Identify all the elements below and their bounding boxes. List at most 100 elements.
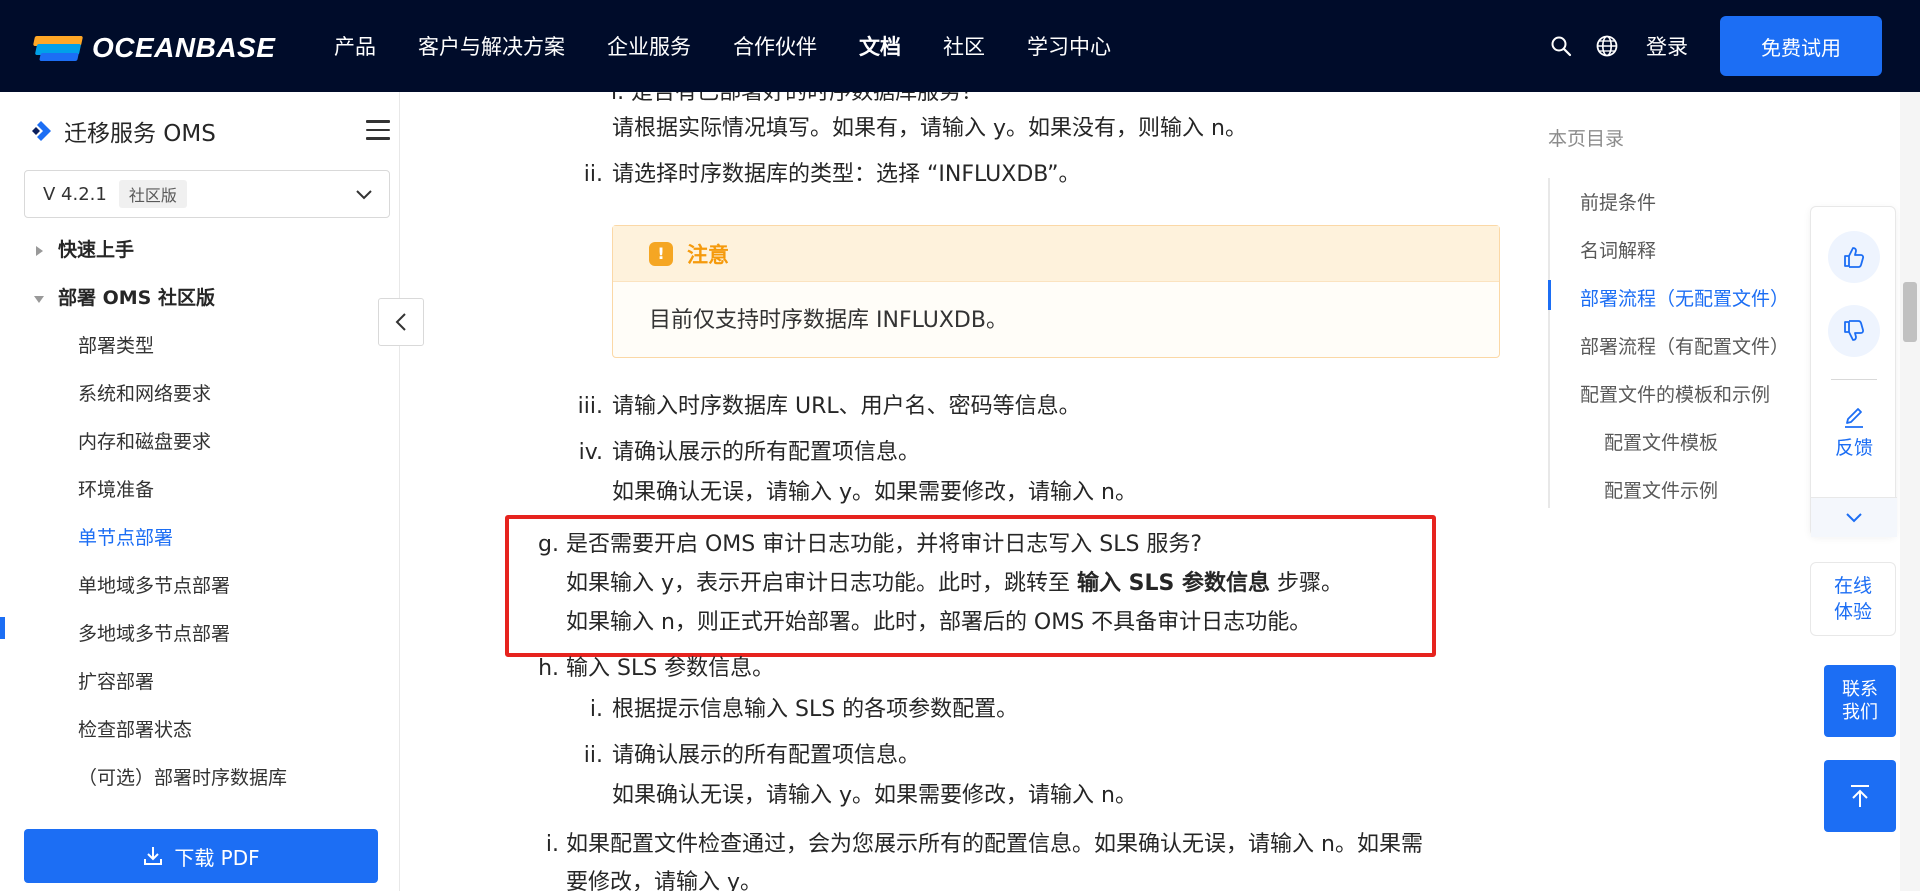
warning-icon: ! [649, 241, 673, 266]
online-trial-label-1: 在线 [1833, 575, 1872, 597]
step-iv-marker: iv. [578, 440, 603, 465]
step-i-detail: 请根据实际情况填写。如果有，请输入 y。如果没有，则输入 n。 [612, 116, 1247, 141]
nav-link-enterprise-services[interactable]: 企业服务 [607, 31, 691, 61]
download-pdf-label: 下载 PDF [174, 845, 260, 870]
step-last-line-2: 要修改，请输入 y。 [566, 870, 763, 891]
sidebar-item-memory-disk[interactable]: 内存和磁盘要求 [0, 418, 400, 466]
sidebar-item-quick-start[interactable]: 快速上手 [0, 226, 400, 274]
panel-collapse-button[interactable] [1811, 497, 1897, 537]
page-toc: 本页目录 前提条件 名词解释 部署流程（无配置文件） 部署流程（有配置文件） 配… [1548, 92, 1808, 612]
nav-link-customers-solutions[interactable]: 客户与解决方案 [418, 31, 565, 61]
sidebar-item-label: 内存和磁盘要求 [78, 431, 212, 453]
version-selector[interactable]: V 4.2.1 社区版 [24, 170, 390, 218]
scrollbar-thumb[interactable] [1903, 282, 1917, 342]
step-h-ii-detail: 如果确认无误，请输入 y。如果需要修改，请输入 n。 [612, 783, 1137, 808]
nav-link-docs[interactable]: 文档 [859, 31, 901, 61]
nav-link-partners[interactable]: 合作伙伴 [733, 31, 817, 61]
active-item-marker [0, 617, 5, 639]
back-to-top-button[interactable] [1824, 760, 1896, 832]
sidebar-nav-list: 快速上手 部署 OMS 社区版 部署类型 系统和网络要求 内存和磁盘要求 环境准… [0, 226, 400, 806]
doc-content: i. 是否有已部署好的时序数据库服务？ 请根据实际情况填写。如果有，请输入 y。… [401, 92, 1511, 891]
toc-item-glossary[interactable]: 名词解释 [1580, 236, 1656, 263]
login-link[interactable]: 登录 [1646, 31, 1688, 61]
step-last-marker: i. [545, 832, 559, 857]
step-g-line-2-post: 步骤。 [1270, 571, 1344, 596]
sidebar-item-timeseries-db[interactable]: （可选）部署时序数据库 [0, 754, 400, 802]
sidebar-item-label: 系统和网络要求 [78, 383, 212, 405]
step-ii-text: 请选择时序数据库的类型：选择 “INFLUXDB”。 [612, 162, 1081, 187]
online-trial-label-2: 体验 [1833, 601, 1872, 623]
contact-label-1: 联系 [1842, 679, 1878, 700]
sidebar-item-label: 单地域多节点部署 [78, 575, 231, 597]
step-iii-text: 请输入时序数据库 URL、用户名、密码等信息。 [612, 394, 1081, 419]
toc-item-flow-with-config[interactable]: 部署流程（有配置文件） [1580, 332, 1789, 359]
download-pdf-button[interactable]: 下载 PDF [24, 829, 378, 883]
online-trial-button[interactable]: 在线 体验 [1810, 562, 1896, 636]
sidebar-collapse-button[interactable] [378, 298, 424, 346]
toc-item-config-template[interactable]: 配置文件模板 [1604, 428, 1718, 455]
sidebar-item-environment[interactable]: 环境准备 [0, 466, 400, 514]
free-trial-button[interactable]: 免费试用 [1720, 16, 1882, 76]
sidebar-item-single-node[interactable]: 单节点部署 [0, 514, 400, 562]
product-diamond-icon [28, 118, 54, 144]
caret-right-icon [36, 246, 43, 256]
step-h-ii-marker: ii. [583, 743, 603, 768]
globe-icon[interactable] [1594, 33, 1620, 59]
step-iv-detail: 如果确认无误，请输入 y。如果需要修改，请输入 n。 [612, 480, 1137, 505]
sls-step-link: 输入 SLS 参数信息 [1077, 571, 1271, 596]
step-g-marker: g. [538, 532, 559, 557]
thumbs-up-icon[interactable] [1828, 231, 1880, 283]
main-nav-links: 产品 客户与解决方案 企业服务 合作伙伴 文档 社区 学习中心 [334, 0, 1153, 92]
edition-badge: 社区版 [118, 180, 187, 208]
toc-item-config-example[interactable]: 配置文件示例 [1604, 476, 1718, 503]
nav-right-actions: 登录 免费试用 [1548, 0, 1920, 92]
sidebar-item-deploy-types[interactable]: 部署类型 [0, 322, 400, 370]
version-text: V 4.2.1 [43, 183, 107, 205]
sidebar-title: 迁移服务 OMS [64, 121, 216, 147]
toc-item-flow-no-config[interactable]: 部署流程（无配置文件） [1580, 284, 1789, 311]
step-iii-marker: iii. [577, 394, 603, 419]
sidebar-item-label: 单节点部署 [78, 527, 174, 549]
feedback-button[interactable]: 反馈 [1811, 405, 1897, 460]
step-ii-marker: ii. [583, 162, 603, 187]
panel-divider [1831, 379, 1877, 380]
toc-rail [1548, 178, 1550, 508]
feedback-panel: 反馈 [1810, 206, 1897, 537]
toc-title: 本页目录 [1548, 128, 1625, 150]
arrow-up-icon [1846, 782, 1874, 810]
nav-link-products[interactable]: 产品 [334, 31, 376, 61]
step-g-line-3: 如果输入 n，则正式开始部署。此时，部署后的 OMS 不具备审计日志功能。 [566, 610, 1312, 635]
oceanbase-logo[interactable]: OCEANBASE [32, 30, 275, 66]
sidebar-item-check-status[interactable]: 检查部署状态 [0, 706, 400, 754]
thumbs-down-icon[interactable] [1828, 305, 1880, 357]
notice-box: ! 注意 目前仅支持时序数据库 INFLUXDB。 [612, 225, 1500, 358]
nav-link-learning-center[interactable]: 学习中心 [1027, 31, 1111, 61]
sidebar-product-title[interactable]: 迁移服务 OMS [28, 114, 216, 148]
toc-item-prerequisites[interactable]: 前提条件 [1580, 188, 1656, 215]
menu-icon[interactable] [366, 120, 390, 140]
sidebar-item-multi-region-multi-node[interactable]: 多地域多节点部署 [0, 610, 400, 658]
step-h-title: 输入 SLS 参数信息。 [566, 656, 775, 681]
page-scrollbar[interactable] [1900, 92, 1920, 891]
top-navigation-bar: OCEANBASE 产品 客户与解决方案 企业服务 合作伙伴 文档 社区 学习中… [0, 0, 1920, 92]
step-g-line-2-pre: 如果输入 y，表示开启审计日志功能。此时，跳转至 [566, 571, 1078, 596]
notice-title: 注意 [687, 242, 729, 267]
sidebar-item-scale-out[interactable]: 扩容部署 [0, 658, 400, 706]
nav-link-community[interactable]: 社区 [943, 31, 985, 61]
sidebar-item-label: 多地域多节点部署 [78, 623, 231, 645]
edit-icon [1841, 405, 1867, 431]
sidebar-item-label: 部署类型 [78, 335, 155, 357]
sidebar-item-single-region-multi-node[interactable]: 单地域多节点部署 [0, 562, 400, 610]
toc-active-marker [1548, 280, 1551, 310]
contact-us-button[interactable]: 联系 我们 [1824, 665, 1896, 737]
caret-down-icon [34, 296, 44, 303]
search-icon[interactable] [1548, 33, 1574, 59]
sidebar-item-system-network[interactable]: 系统和网络要求 [0, 370, 400, 418]
step-iv-text: 请确认展示的所有配置项信息。 [612, 440, 921, 465]
step-h-i-marker: i. [589, 697, 603, 722]
notice-header: ! 注意 [613, 226, 1499, 282]
notice-body: 目前仅支持时序数据库 INFLUXDB。 [649, 308, 1008, 333]
sidebar-item-deploy-oms[interactable]: 部署 OMS 社区版 [0, 274, 400, 322]
chevron-down-icon [355, 185, 373, 207]
toc-item-config-templates[interactable]: 配置文件的模板和示例 [1580, 380, 1770, 407]
